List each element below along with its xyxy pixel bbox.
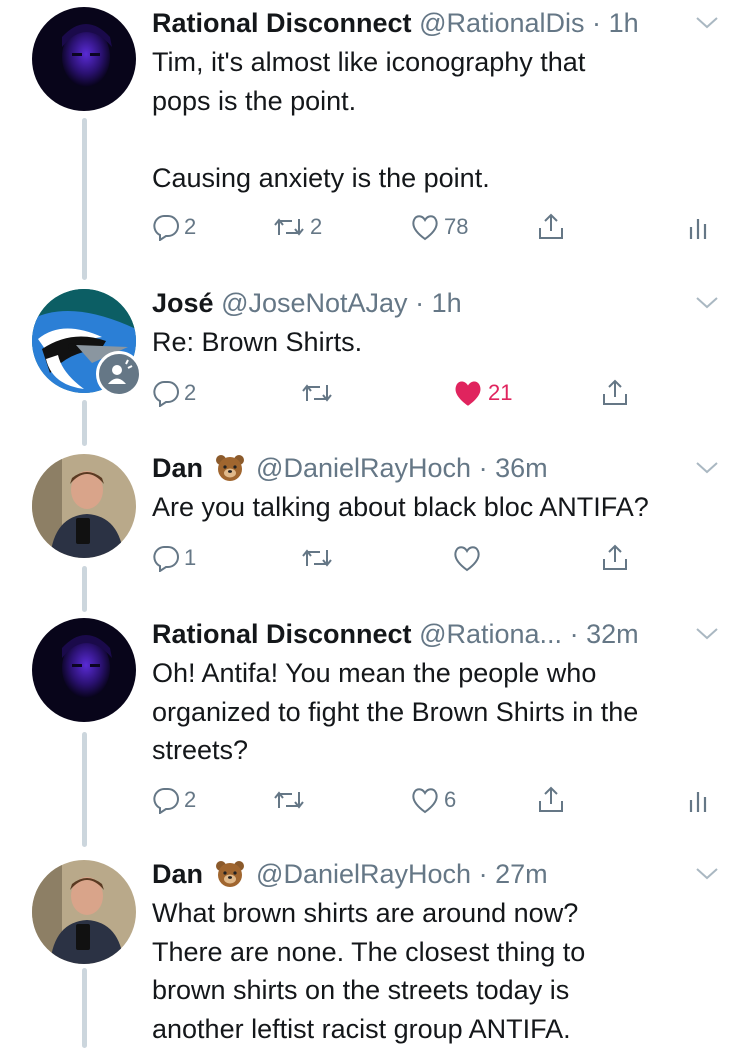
- chevron-down-icon[interactable]: [695, 626, 719, 642]
- reply-count: 2: [184, 214, 197, 239]
- tweet-text-line: Are you talking about black bloc ANTIFA?: [152, 492, 649, 522]
- retweet-icon: [302, 549, 332, 567]
- reply-button[interactable]: 2: [152, 782, 196, 818]
- tweet-text-line: Re: Brown Shirts.: [152, 327, 363, 357]
- analytics-icon: [689, 792, 707, 812]
- reply-icon: [153, 788, 179, 814]
- separator-dot: ·: [592, 8, 602, 38]
- share-icon: [539, 786, 563, 812]
- bear-face-icon: [215, 861, 244, 887]
- thread-line: [82, 118, 87, 280]
- share-icon: [603, 544, 627, 570]
- tweet-text-line: Tim, it's almost like iconography that: [152, 47, 586, 77]
- author-name[interactable]: José: [152, 288, 214, 318]
- author-name[interactable]: Dan: [152, 453, 203, 483]
- author-handle[interactable]: @JoseNotAJay: [221, 288, 407, 318]
- author-name[interactable]: Rational Disconnect: [152, 619, 412, 649]
- analytics-button[interactable]: [688, 209, 710, 245]
- retweet-count: 2: [310, 214, 323, 239]
- like-count: 78: [444, 214, 469, 239]
- thread-line: [82, 732, 87, 847]
- like-count: 21: [488, 380, 513, 405]
- separator-dot: ·: [478, 859, 488, 889]
- thread-line: [82, 400, 87, 446]
- reply-button[interactable]: 1: [152, 540, 196, 576]
- retweet-button[interactable]: [300, 375, 334, 411]
- tweet-text-line: Oh! Antifa! You mean the people who: [152, 658, 597, 688]
- community-badge-icon: [96, 351, 142, 397]
- separator-dot: ·: [478, 453, 488, 483]
- share-icon: [539, 213, 563, 239]
- like-count: 6: [444, 787, 457, 812]
- heart-icon: [412, 215, 438, 241]
- author-handle[interactable]: @DanielRayHoch: [256, 859, 471, 889]
- share-button[interactable]: [600, 540, 630, 576]
- heart-icon: [412, 788, 438, 814]
- share-button[interactable]: [600, 375, 630, 411]
- chevron-down-icon[interactable]: [695, 866, 719, 882]
- reply-button[interactable]: 2: [152, 375, 196, 411]
- author-name[interactable]: Dan: [152, 859, 203, 889]
- reply-icon: [153, 546, 179, 572]
- author-handle[interactable]: @RationalDis: [419, 8, 584, 38]
- thread-line: [82, 566, 87, 612]
- avatar[interactable]: [32, 7, 136, 111]
- author-handle[interactable]: @DanielRayHoch: [256, 453, 471, 483]
- timestamp[interactable]: 27m: [495, 859, 548, 889]
- share-icon: [603, 379, 627, 405]
- like-button[interactable]: [452, 540, 482, 576]
- tweet-text-line: pops is the point.: [152, 85, 357, 116]
- like-button[interactable]: 6: [410, 782, 456, 818]
- bear-face-icon: [215, 455, 244, 481]
- retweet-icon: [274, 791, 304, 809]
- reply-count: 1: [184, 545, 197, 570]
- tweet-text-line: There are none. The closest thing to: [152, 936, 586, 967]
- retweet-icon: [302, 384, 332, 402]
- timestamp[interactable]: 1h: [609, 8, 639, 38]
- like-button[interactable]: 21: [452, 375, 512, 411]
- tweet-text-line: another leftist racist group ANTIFA.: [152, 1013, 571, 1044]
- chevron-down-icon[interactable]: [695, 295, 719, 311]
- author-name[interactable]: Rational Disconnect: [152, 8, 412, 38]
- heart-filled-icon: [455, 381, 481, 406]
- like-button[interactable]: 78: [410, 209, 468, 245]
- analytics-button[interactable]: [688, 782, 710, 818]
- heart-icon: [454, 546, 480, 572]
- retweet-button[interactable]: 2: [272, 209, 322, 245]
- reply-icon: [153, 215, 179, 241]
- reply-count: 2: [184, 787, 197, 812]
- tweet-text-line: organized to fight the Brown Shirts in t…: [152, 696, 639, 727]
- retweet-icon: [274, 218, 304, 236]
- tweet-text-line: brown shirts on the streets today is: [152, 975, 570, 1005]
- reply-icon: [153, 381, 179, 407]
- timestamp[interactable]: 36m: [495, 453, 548, 483]
- tweet-text-line: streets?: [152, 735, 249, 765]
- timestamp[interactable]: 1h: [432, 288, 462, 318]
- analytics-icon: [689, 219, 707, 239]
- avatar[interactable]: [32, 860, 136, 964]
- reply-count: 2: [184, 380, 197, 405]
- chevron-down-icon[interactable]: [695, 15, 719, 31]
- thread-line: [82, 968, 87, 1048]
- separator-dot: ·: [569, 619, 579, 649]
- share-button[interactable]: [536, 782, 566, 818]
- share-button[interactable]: [536, 209, 566, 245]
- author-handle[interactable]: @Rationa...: [419, 619, 562, 649]
- retweet-button[interactable]: [272, 782, 306, 818]
- chevron-down-icon[interactable]: [695, 460, 719, 476]
- timestamp[interactable]: 32m: [586, 619, 639, 649]
- reply-button[interactable]: 2: [152, 209, 196, 245]
- avatar[interactable]: [32, 454, 136, 558]
- tweet-text-line: What brown shirts are around now?: [152, 898, 579, 928]
- retweet-button[interactable]: [300, 540, 334, 576]
- tweet-text-line: Causing anxiety is the point.: [152, 162, 490, 193]
- separator-dot: ·: [415, 288, 425, 318]
- avatar[interactable]: [32, 618, 136, 722]
